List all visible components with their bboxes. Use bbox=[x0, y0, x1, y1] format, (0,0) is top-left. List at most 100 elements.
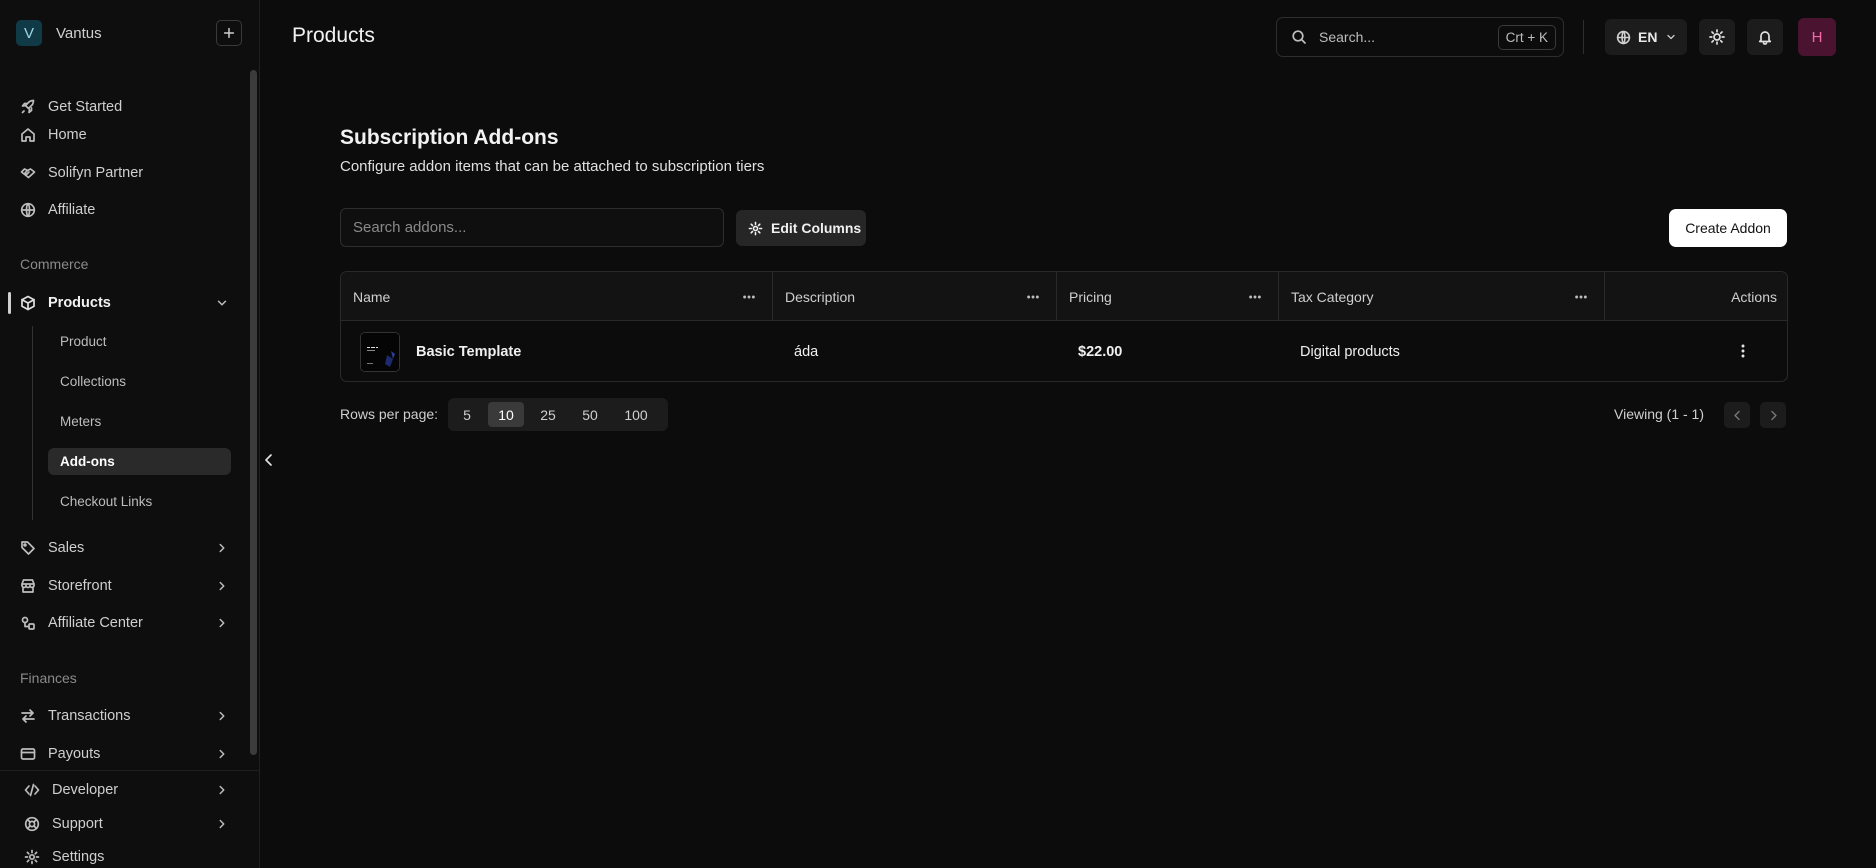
language-label: EN bbox=[1638, 29, 1658, 45]
addon-search-input[interactable]: Search addons... bbox=[340, 208, 724, 247]
sun-icon bbox=[1709, 29, 1725, 45]
sidebar-item-storefront[interactable]: Storefront bbox=[20, 576, 112, 596]
viewing-range: Viewing (1 - 1) bbox=[1614, 406, 1705, 422]
sidebar-item-affiliate[interactable]: Affiliate bbox=[20, 200, 95, 220]
rows-per-page-option[interactable]: 10 bbox=[488, 402, 524, 427]
sidebar-item-label: Storefront bbox=[48, 578, 112, 594]
column-header-pricing[interactable]: Pricing bbox=[1057, 272, 1279, 321]
sidebar-scrollbar[interactable] bbox=[250, 70, 257, 755]
chevron-right-icon[interactable] bbox=[215, 817, 229, 831]
sidebar-subitem-product[interactable]: Product bbox=[48, 328, 231, 355]
package-icon bbox=[21, 295, 35, 311]
sidebar-item-settings[interactable]: Settings bbox=[24, 847, 104, 867]
affiliate-center-icon bbox=[21, 616, 35, 630]
cell-description: áda bbox=[794, 343, 819, 360]
workspace-name: Vantus bbox=[56, 24, 102, 42]
sidebar-item-affiliate-center[interactable]: Affiliate Center bbox=[20, 613, 143, 633]
search-icon bbox=[1292, 30, 1306, 44]
sidebar-item-label: Payouts bbox=[48, 746, 101, 762]
collapse-sidebar-icon[interactable] bbox=[261, 452, 277, 468]
chevron-right-icon[interactable] bbox=[215, 747, 229, 761]
chevron-left-icon bbox=[1733, 410, 1740, 420]
addons-table: Name Description Pricing Tax Category Ac… bbox=[340, 271, 1788, 382]
add-workspace-button[interactable] bbox=[216, 20, 242, 46]
addon-thumbnail bbox=[360, 331, 400, 372]
column-header-description[interactable]: Description bbox=[773, 272, 1057, 321]
page-title: Products bbox=[292, 24, 375, 47]
rows-per-page-option[interactable]: 50 bbox=[572, 402, 608, 427]
sidebar-item-sales[interactable]: Sales bbox=[20, 538, 84, 558]
section-label-commerce: Commerce bbox=[20, 256, 89, 272]
column-header-actions: Actions bbox=[1605, 272, 1787, 321]
chevron-right-icon[interactable] bbox=[215, 616, 229, 630]
chevron-right-icon[interactable] bbox=[215, 709, 229, 723]
next-page-button[interactable] bbox=[1760, 402, 1786, 428]
column-header-tax-category[interactable]: Tax Category bbox=[1279, 272, 1605, 321]
column-label: Description bbox=[785, 288, 856, 305]
theme-toggle-button[interactable] bbox=[1699, 19, 1735, 55]
chevron-down-icon[interactable] bbox=[215, 296, 229, 310]
gear-icon bbox=[24, 849, 40, 865]
column-header-name[interactable]: Name bbox=[341, 272, 773, 321]
sidebar-item-transactions[interactable]: Transactions bbox=[20, 706, 130, 726]
notifications-button[interactable] bbox=[1747, 19, 1783, 55]
more-horizontal-icon[interactable] bbox=[1026, 290, 1040, 304]
sidebar-item-label: Solifyn Partner bbox=[48, 165, 144, 181]
edit-columns-label: Edit Columns bbox=[771, 220, 862, 236]
more-horizontal-icon[interactable] bbox=[742, 290, 756, 304]
sidebar-item-products[interactable]: Products bbox=[20, 293, 111, 313]
sidebar-subitem-meters[interactable]: Meters bbox=[48, 408, 231, 435]
search-shortcut-hint: Crt + K bbox=[1497, 25, 1556, 50]
more-horizontal-icon[interactable] bbox=[1574, 290, 1588, 304]
sidebar-item-label: Affiliate Center bbox=[48, 615, 143, 631]
chevron-right-icon[interactable] bbox=[215, 579, 229, 593]
sidebar-item-home[interactable]: Home bbox=[20, 125, 87, 145]
language-selector[interactable]: EN bbox=[1605, 19, 1687, 55]
code-icon bbox=[24, 783, 40, 797]
user-avatar[interactable]: H bbox=[1798, 18, 1836, 56]
search-placeholder: Search... bbox=[1319, 29, 1376, 45]
globe-icon bbox=[20, 202, 36, 218]
gear-icon bbox=[748, 221, 763, 235]
arrows-swap-icon bbox=[21, 709, 35, 723]
header-divider bbox=[1583, 20, 1584, 54]
sidebar-item-label: Products bbox=[48, 295, 111, 311]
rows-per-page-option[interactable]: 5 bbox=[452, 402, 482, 427]
rows-per-page-option[interactable]: 25 bbox=[530, 402, 566, 427]
sidebar-subitem-checkout-links[interactable]: Checkout Links bbox=[48, 488, 231, 515]
sidebar-item-get-started[interactable]: Get Started bbox=[20, 97, 122, 117]
addon-search-placeholder: Search addons... bbox=[353, 219, 467, 236]
workspace-switcher[interactable]: V Vantus bbox=[16, 20, 242, 46]
chevron-right-icon[interactable] bbox=[215, 541, 229, 555]
workspace-logo: V bbox=[16, 20, 42, 46]
thumbnail-image bbox=[361, 332, 399, 371]
plus-icon bbox=[223, 27, 235, 39]
more-horizontal-icon[interactable] bbox=[1248, 290, 1262, 304]
sidebar-item-label: Transactions bbox=[48, 708, 131, 724]
previous-page-button[interactable] bbox=[1724, 402, 1750, 428]
table-header: Name Description Pricing Tax Category Ac… bbox=[341, 272, 1787, 321]
addon-name: Basic Template bbox=[416, 343, 522, 360]
sidebar-item-support[interactable]: Support bbox=[24, 814, 103, 834]
sidebar-subitem-add-ons[interactable]: Add-ons bbox=[48, 448, 231, 475]
section-label-finances: Finances bbox=[20, 670, 77, 686]
column-label: Tax Category bbox=[1291, 288, 1374, 305]
subnav-line bbox=[32, 326, 33, 520]
sidebar-item-solifyn-partner[interactable]: Solifyn Partner bbox=[20, 163, 143, 183]
chevron-right-icon[interactable] bbox=[215, 783, 229, 797]
create-addon-button[interactable]: Create Addon bbox=[1669, 209, 1787, 247]
sidebar-item-label: Sales bbox=[48, 540, 85, 556]
sidebar-item-developer[interactable]: Developer bbox=[24, 780, 118, 800]
global-search-input[interactable]: Search... Crt + K bbox=[1276, 17, 1564, 57]
sidebar-item-payouts[interactable]: Payouts bbox=[20, 744, 100, 764]
rows-per-page-selector: 5 10 25 50 100 bbox=[448, 398, 668, 431]
rows-per-page-label: Rows per page: bbox=[340, 406, 439, 422]
edit-columns-button[interactable]: Edit Columns bbox=[736, 210, 866, 246]
tag-icon bbox=[21, 541, 35, 555]
credit-card-icon bbox=[20, 748, 36, 760]
table-row[interactable]: Basic Template áda $22.00 Digital produc… bbox=[341, 321, 1787, 381]
section-title: Subscription Add-ons bbox=[340, 126, 559, 149]
rows-per-page-option[interactable]: 100 bbox=[614, 402, 658, 427]
more-vertical-icon[interactable] bbox=[1735, 343, 1751, 359]
sidebar-subitem-collections[interactable]: Collections bbox=[48, 368, 231, 395]
